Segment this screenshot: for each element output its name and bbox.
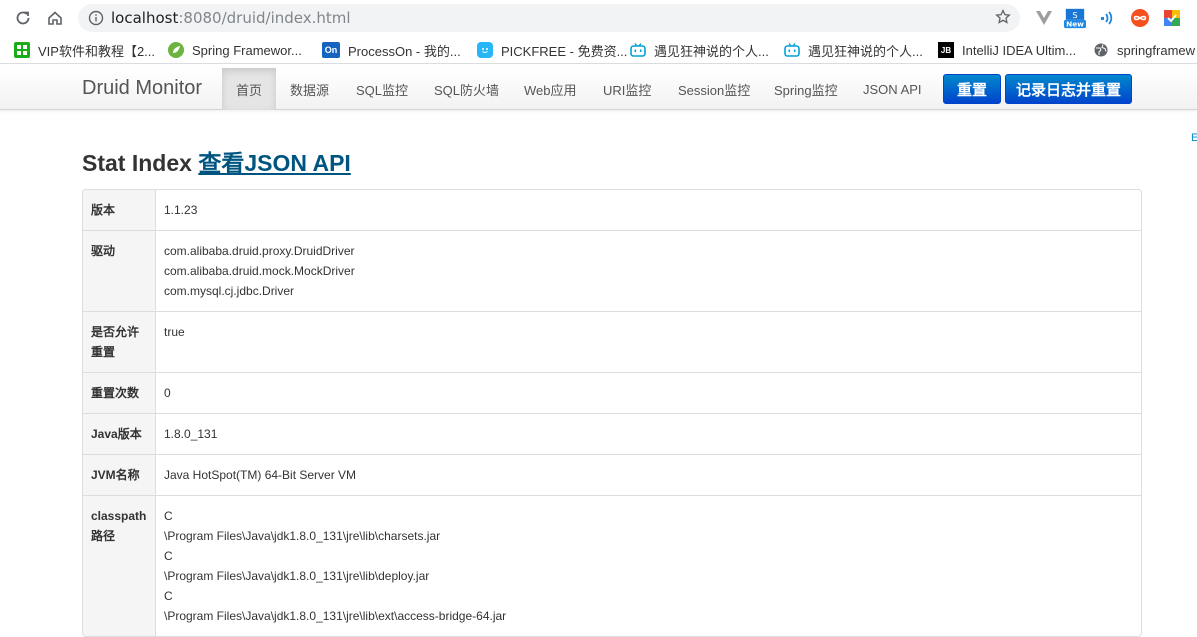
infinity-extension-icon[interactable]	[1129, 7, 1151, 29]
stat-value-line: \Program Files\Java\jdk1.8.0_131\jre\lib…	[164, 609, 507, 623]
bookmark-label: ProcessOn - 我的...	[348, 43, 461, 59]
stat-value: C \Program Files\Java\jdk1.8.0_131\jre\l…	[156, 496, 1141, 636]
bilibili-icon	[784, 42, 800, 58]
table-row: classpath路径 C \Program Files\Java\jdk1.8…	[83, 495, 1141, 636]
table-row: 是否允许重置 true	[83, 311, 1141, 372]
bookmark-item[interactable]: JB IntelliJ IDEA Ultim...	[938, 40, 1076, 60]
stat-key: 版本	[83, 190, 156, 230]
processon-icon: On	[322, 42, 340, 58]
jetbrains-icon: JB	[938, 42, 954, 58]
bookmark-label: Spring Framewor...	[192, 42, 302, 58]
bookmark-item[interactable]: Spring Framewor...	[168, 40, 302, 60]
stat-value-line: \Program Files\Java\jdk1.8.0_131\jre\lib…	[164, 569, 430, 583]
stat-key: 重置次数	[83, 373, 156, 413]
table-row: 重置次数 0	[83, 372, 1141, 413]
stat-value-line: 1.1.23	[164, 203, 198, 217]
bookmark-star-icon[interactable]	[994, 8, 1012, 31]
bookmark-item[interactable]: On ProcessOn - 我的...	[322, 40, 461, 60]
stat-table: 版本 1.1.23 驱动 com.alibaba.druid.proxy.Dru…	[82, 189, 1142, 637]
reload-icon[interactable]	[12, 7, 34, 29]
stat-value-line: 0	[164, 386, 171, 400]
new-extension-icon[interactable]: S New	[1064, 7, 1086, 29]
browser-toolbar: localhost:8080/druid/index.html S New	[0, 0, 1197, 36]
bilibili-icon	[630, 42, 646, 58]
stat-value: 1.1.23	[156, 190, 1141, 230]
table-row: JVM名称 Java HotSpot(TM) 64-Bit Server VM	[83, 454, 1141, 495]
bookmark-label: PICKFREE - 免费资...	[501, 43, 628, 59]
table-row: 驱动 com.alibaba.druid.proxy.DruidDriver c…	[83, 230, 1141, 311]
stat-value-line: true	[164, 325, 185, 339]
nav-home[interactable]: 首页	[222, 68, 277, 110]
nav-datasource[interactable]: 数据源	[276, 68, 343, 110]
svg-text:S: S	[1072, 10, 1077, 20]
nav-sql-monitor[interactable]: SQL监控	[342, 68, 422, 110]
stat-value: com.alibaba.druid.proxy.DruidDriver com.…	[156, 231, 1141, 311]
table-row: 版本 1.1.23	[83, 190, 1141, 230]
stat-value-line: Java HotSpot(TM) 64-Bit Server VM	[164, 468, 357, 482]
wireless-extension-icon[interactable]	[1097, 7, 1119, 29]
stat-value-line: C	[164, 509, 173, 523]
colorful-extension-icon[interactable]	[1161, 7, 1183, 29]
nav-json-api[interactable]: JSON API	[849, 68, 936, 110]
bookmark-label: springframew	[1117, 42, 1196, 58]
page-title-text: Stat Index	[82, 150, 192, 176]
nav-uri-monitor[interactable]: URI监控	[589, 68, 665, 110]
brand-title[interactable]: Druid Monitor	[82, 77, 202, 100]
vue-devtools-icon[interactable]	[1033, 7, 1055, 29]
address-bar[interactable]: localhost:8080/druid/index.html	[78, 4, 1020, 32]
stat-key: 驱动	[83, 231, 156, 311]
stat-value: 1.8.0_131	[156, 414, 1141, 454]
log-and-reset-button[interactable]: 记录日志并重置	[1005, 74, 1132, 104]
page-title: Stat Index 查看JSON API	[82, 144, 351, 178]
stat-key: JVM名称	[83, 455, 156, 495]
stat-key: 是否允许重置	[83, 312, 156, 372]
bookmark-item[interactable]: 遇见狂神说的个人...	[630, 40, 769, 60]
bookmarks-bar: VIP软件和教程【2... Spring Framewor... On Proc…	[0, 36, 1197, 64]
stat-key: classpath路径	[83, 496, 156, 636]
edge-link-fragment[interactable]: E	[1191, 132, 1197, 144]
bookmark-item[interactable]: springframew	[1093, 40, 1195, 60]
globe-icon	[1093, 42, 1109, 58]
bookmark-item[interactable]: PICKFREE - 免费资...	[477, 40, 627, 60]
url-host: localhost	[111, 9, 179, 27]
nav-web-app[interactable]: Web应用	[510, 68, 591, 110]
stat-key: Java版本	[83, 414, 156, 454]
stat-value-line: C	[164, 589, 173, 603]
pickfree-icon	[477, 42, 493, 58]
home-icon[interactable]	[44, 7, 66, 29]
url-path: :8080/druid/index.html	[178, 9, 351, 27]
bookmark-label: VIP软件和教程【2...	[38, 43, 156, 59]
bookmark-item[interactable]: 遇见狂神说的个人...	[784, 40, 923, 60]
svg-text:New: New	[1066, 20, 1084, 29]
stat-value-line: com.mysql.cj.jdbc.Driver	[164, 284, 295, 298]
nav-session-monitor[interactable]: Session监控	[664, 68, 764, 110]
nav-spring-monitor[interactable]: Spring监控	[760, 68, 852, 110]
bookmark-label: IntelliJ IDEA Ultim...	[962, 42, 1077, 58]
stat-value-line: com.alibaba.druid.proxy.DruidDriver	[164, 244, 355, 258]
stat-value: Java HotSpot(TM) 64-Bit Server VM	[156, 455, 1141, 495]
reset-button[interactable]: 重置	[943, 74, 1001, 104]
view-json-api-link[interactable]: 查看JSON API	[198, 150, 351, 176]
url-text[interactable]: localhost:8080/druid/index.html	[111, 9, 351, 27]
spring-leaf-icon	[168, 42, 184, 58]
bookmark-label: 遇见狂神说的个人...	[654, 43, 769, 59]
stat-value-line: 1.8.0_131	[164, 427, 218, 441]
green-grid-icon	[14, 42, 30, 58]
table-row: Java版本 1.8.0_131	[83, 413, 1141, 454]
bookmark-label: 遇见狂神说的个人...	[808, 43, 923, 59]
druid-navbar: Druid Monitor 首页 数据源 SQL监控 SQL防火墙 Web应用 …	[0, 68, 1197, 110]
stat-value: 0	[156, 373, 1141, 413]
stat-value-line: C	[164, 549, 173, 563]
stat-value-line: \Program Files\Java\jdk1.8.0_131\jre\lib…	[164, 529, 441, 543]
bookmark-item[interactable]: VIP软件和教程【2...	[14, 40, 155, 60]
stat-value: true	[156, 312, 1141, 372]
stat-value-line: com.alibaba.druid.mock.MockDriver	[164, 264, 355, 278]
site-info-icon[interactable]	[88, 10, 104, 31]
nav-sql-firewall[interactable]: SQL防火墙	[420, 68, 513, 110]
